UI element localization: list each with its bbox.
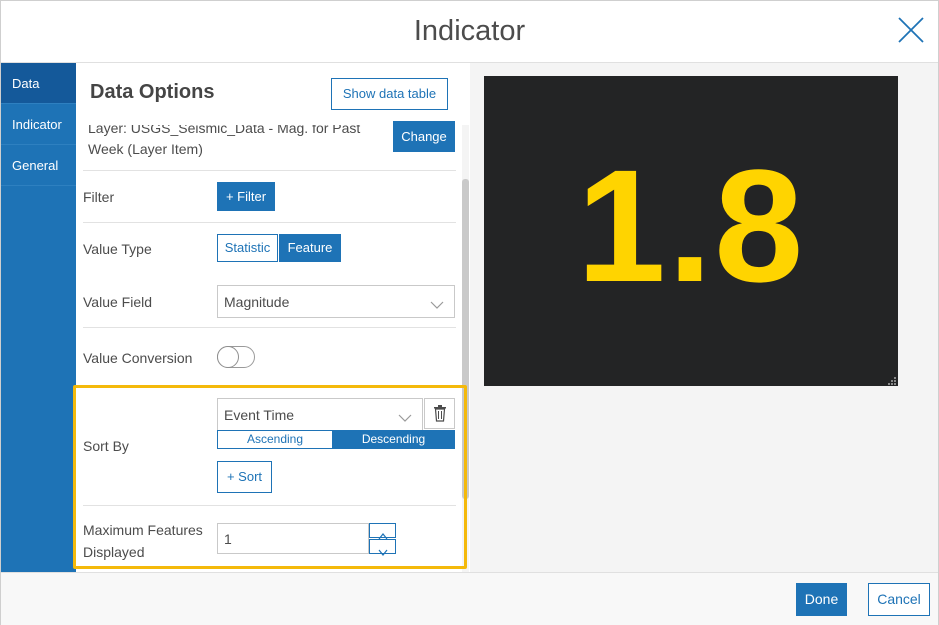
value-type-label: Value Type [83,241,152,257]
dialog-title: Indicator [413,15,526,47]
resize-handle-icon[interactable] [886,374,896,385]
sort-field-select[interactable]: Event Time [217,398,423,431]
change-layer-button[interactable]: Change [393,121,455,152]
value-field-label: Value Field [83,294,153,310]
delete-sort-button[interactable] [424,398,455,429]
add-sort-button[interactable]: + Sort [217,461,272,493]
sort-descending-button[interactable]: Descending [332,430,455,449]
chevron-down-icon [378,543,388,561]
chevron-down-icon [398,410,412,422]
sort-ascending-button[interactable]: Ascending [217,430,333,449]
max-features-label-line2: Displayed [83,544,145,560]
data-options-title: Data Options [90,81,215,103]
value-type-feature-button[interactable]: Feature [279,234,341,262]
value-conversion-toggle[interactable] [217,346,255,368]
max-features-label: Maximum Features Displayed [83,519,203,563]
indicator-value: 1.8 [576,136,806,315]
divider [83,222,456,223]
stepper-up-button[interactable] [369,523,396,540]
filter-label: Filter [83,189,115,205]
settings-tabs: Data Indicator General [1,63,76,572]
stepper-down-button[interactable] [369,539,396,556]
divider [83,170,456,171]
panel-scrollbar-thumb[interactable] [462,179,469,499]
max-features-label-line1: Maximum Features [83,522,203,538]
sort-field-value: Event Time [224,407,295,423]
layer-description: Layer: USGS_Seismic_Data - Mag. for Past… [88,120,361,157]
value-type-statistic-button[interactable]: Statistic [217,234,278,262]
chevron-down-icon [430,297,444,309]
max-features-input[interactable]: 1 [217,523,369,554]
tab-data[interactable]: Data [1,63,76,104]
data-options-panel: Data Options Show data table Layer: USGS… [76,63,469,572]
value-conversion-label: Value Conversion [83,350,193,366]
dialog-header: Indicator [1,1,938,63]
value-field-select[interactable]: Magnitude [217,285,455,318]
dialog-footer: Done Cancel [1,572,938,625]
indicator-dialog: Indicator Data Indicator General Data Op… [0,0,939,625]
toggle-knob [217,346,239,368]
close-icon[interactable] [896,15,926,45]
sort-by-label: Sort By [83,438,129,454]
tab-indicator[interactable]: Indicator [1,104,76,145]
divider [83,327,456,328]
done-button[interactable]: Done [796,583,847,616]
divider [83,505,456,506]
add-filter-button[interactable]: + Filter [217,182,275,211]
tab-general[interactable]: General [1,145,76,186]
max-features-value: 1 [224,531,232,547]
trash-icon [433,405,447,427]
show-data-table-button[interactable]: Show data table [331,78,448,110]
value-field-value: Magnitude [224,294,290,310]
cancel-button[interactable]: Cancel [868,583,930,616]
indicator-preview: 1.8 [484,76,898,386]
